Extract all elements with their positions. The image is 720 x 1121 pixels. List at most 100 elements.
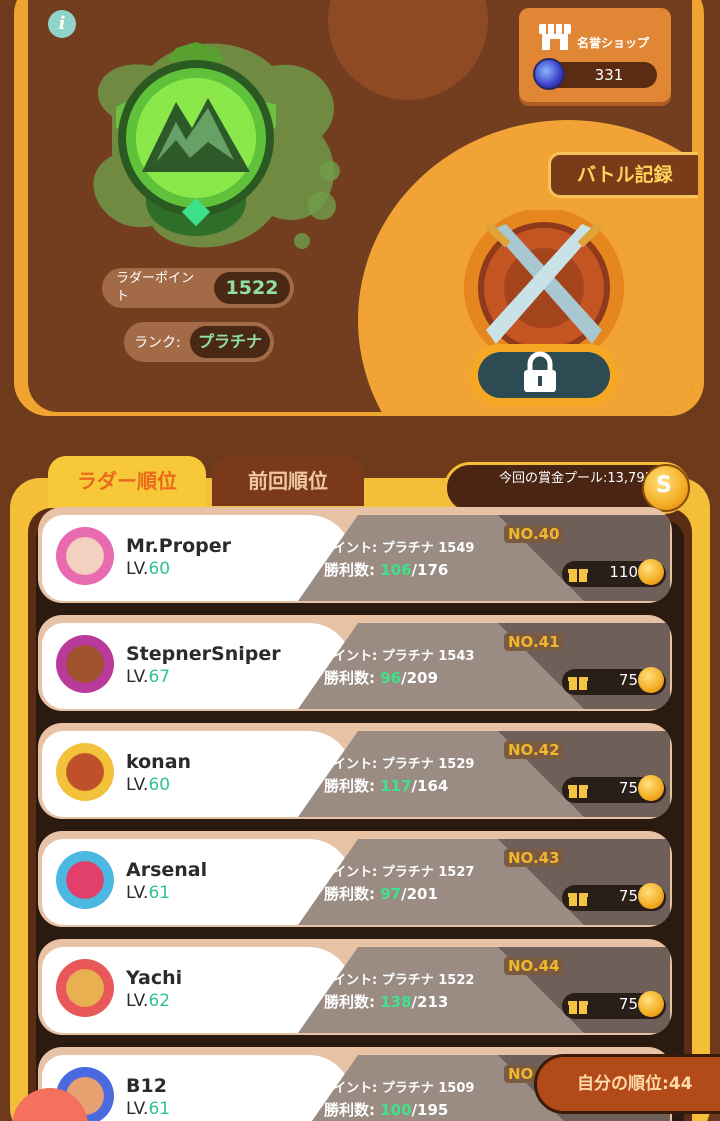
my-rank-button[interactable]: 自分の順位:44 [534,1054,720,1114]
player-level: LV.62 [126,991,170,1011]
games-total: /195 [411,1101,449,1119]
player-wins: 勝利数: 100/195 [324,1099,448,1120]
wins-count: 106 [380,561,412,579]
coin-icon [638,667,664,693]
gift-icon [568,1001,588,1014]
level-value: 67 [148,667,171,687]
gift-icon [568,785,588,798]
info-icon[interactable]: i [48,10,76,38]
coin-icon [638,775,664,801]
wins-count: 96 [380,669,402,687]
ranking-row[interactable]: Arsenal LV.61 ポイント: プラチナ 1527 勝利数: 97/20… [38,831,672,927]
player-wins: 勝利数: 117/164 [324,775,448,796]
games-total: /209 [401,669,438,687]
battle-record-button[interactable]: バトル記録 [548,152,698,198]
player-avatar[interactable] [56,635,114,693]
player-level: LV.60 [126,559,170,579]
reward-badge: 75 [562,775,666,803]
level-label: LV. [126,667,149,687]
player-avatar[interactable] [56,851,114,909]
level-value: 60 [148,775,171,795]
player-avatar[interactable] [56,527,114,585]
games-total: /164 [411,777,449,795]
player-points: ポイント: プラチナ 1522 [320,973,475,988]
games-total: /201 [401,885,438,903]
level-label: LV. [126,883,149,903]
player-wins: 勝利数: 97/201 [324,883,438,904]
reward-badge: 75 [562,883,666,911]
games-total: /213 [411,993,449,1011]
reward-amount: 75 [618,671,638,689]
player-level: LV.67 [126,667,170,687]
coin-icon [638,991,664,1017]
gift-icon [568,677,588,690]
ranking-row[interactable]: Mr.Proper LV.60 ポイント: プラチナ 1549 勝利数: 106… [38,507,672,603]
player-points: ポイント: プラチナ 1509 [320,1081,475,1096]
rank-label: ランク: [134,335,181,351]
player-points: ポイント: プラチナ 1529 [320,757,475,772]
level-label: LV. [126,991,149,1011]
reward-amount: 75 [618,887,638,905]
rank-panel: ランク: プラチナ [124,322,274,362]
rank-number: NO.42 [504,741,564,759]
honor-shop-button[interactable]: 名誉ショップ 331 [519,8,671,102]
rank-number: NO.41 [504,633,564,651]
coin-icon [638,559,664,585]
wins-label: 勝利数: [324,777,375,795]
wins-count: 97 [380,885,402,903]
store-icon [539,24,571,50]
player-level: LV.61 [126,1099,170,1119]
rank-value: プラチナ [190,326,270,358]
coin-icon [638,883,664,909]
player-avatar[interactable] [56,959,114,1017]
player-wins: 勝利数: 96/209 [324,667,438,688]
ranking-row[interactable]: StepnerSniper LV.67 ポイント: プラチナ 1543 勝利数:… [38,615,672,711]
wins-count: 100 [380,1101,412,1119]
gift-icon [568,569,588,582]
level-label: LV. [126,1099,149,1119]
honor-gem-icon [533,58,565,90]
player-wins: 勝利数: 138/213 [324,991,448,1012]
player-name: konan [126,751,192,773]
player-points: ポイント: プラチナ 1549 [320,541,475,556]
player-name: B12 [126,1075,167,1097]
tab-ladder-ranking[interactable]: ラダー順位 [48,456,206,508]
rank-number: NO.43 [504,849,564,867]
rank-number: NO.44 [504,957,564,975]
player-points: ポイント: プラチナ 1527 [320,865,475,880]
wins-count: 117 [380,777,412,795]
honor-shop-label: 名誉ショップ [577,36,650,50]
reward-amount: 75 [618,779,638,797]
reward-badge: 110 [562,559,666,587]
ladder-points-label: ラダーポイント [116,271,195,304]
level-value: 60 [148,559,171,579]
tab-previous-ranking[interactable]: 前回順位 [212,456,364,506]
player-level: LV.61 [126,883,170,903]
player-points: ポイント: プラチナ 1543 [320,649,475,664]
battle-lock-button[interactable] [470,344,618,406]
decor-blob [388,50,424,86]
rank-number: NO.40 [504,525,564,543]
level-value: 61 [148,1099,171,1119]
ranking-row[interactable]: konan LV.60 ポイント: プラチナ 1529 勝利数: 117/164… [38,723,672,819]
wins-label: 勝利数: [324,561,375,579]
reward-badge: 75 [562,667,666,695]
player-name: StepnerSniper [126,643,281,665]
reward-amount: 110 [609,563,638,581]
ranking-row[interactable]: Yachi LV.62 ポイント: プラチナ 1522 勝利数: 138/213… [38,939,672,1035]
reward-badge: 75 [562,991,666,1019]
ladder-points-value: 1522 [214,272,290,304]
reward-amount: 75 [618,995,638,1013]
player-wins: 勝利数: 106/176 [324,559,448,580]
rank-number: NO [504,1065,538,1083]
wins-label: 勝利数: [324,1101,375,1119]
level-value: 61 [148,883,171,903]
gift-icon [568,893,588,906]
wins-label: 勝利数: [324,885,375,903]
player-name: Mr.Proper [126,535,231,557]
wins-label: 勝利数: [324,993,375,1011]
player-avatar[interactable] [56,743,114,801]
player-name: Arsenal [126,859,208,881]
prize-coin-icon: S [642,464,690,512]
player-name: Yachi [126,967,183,989]
